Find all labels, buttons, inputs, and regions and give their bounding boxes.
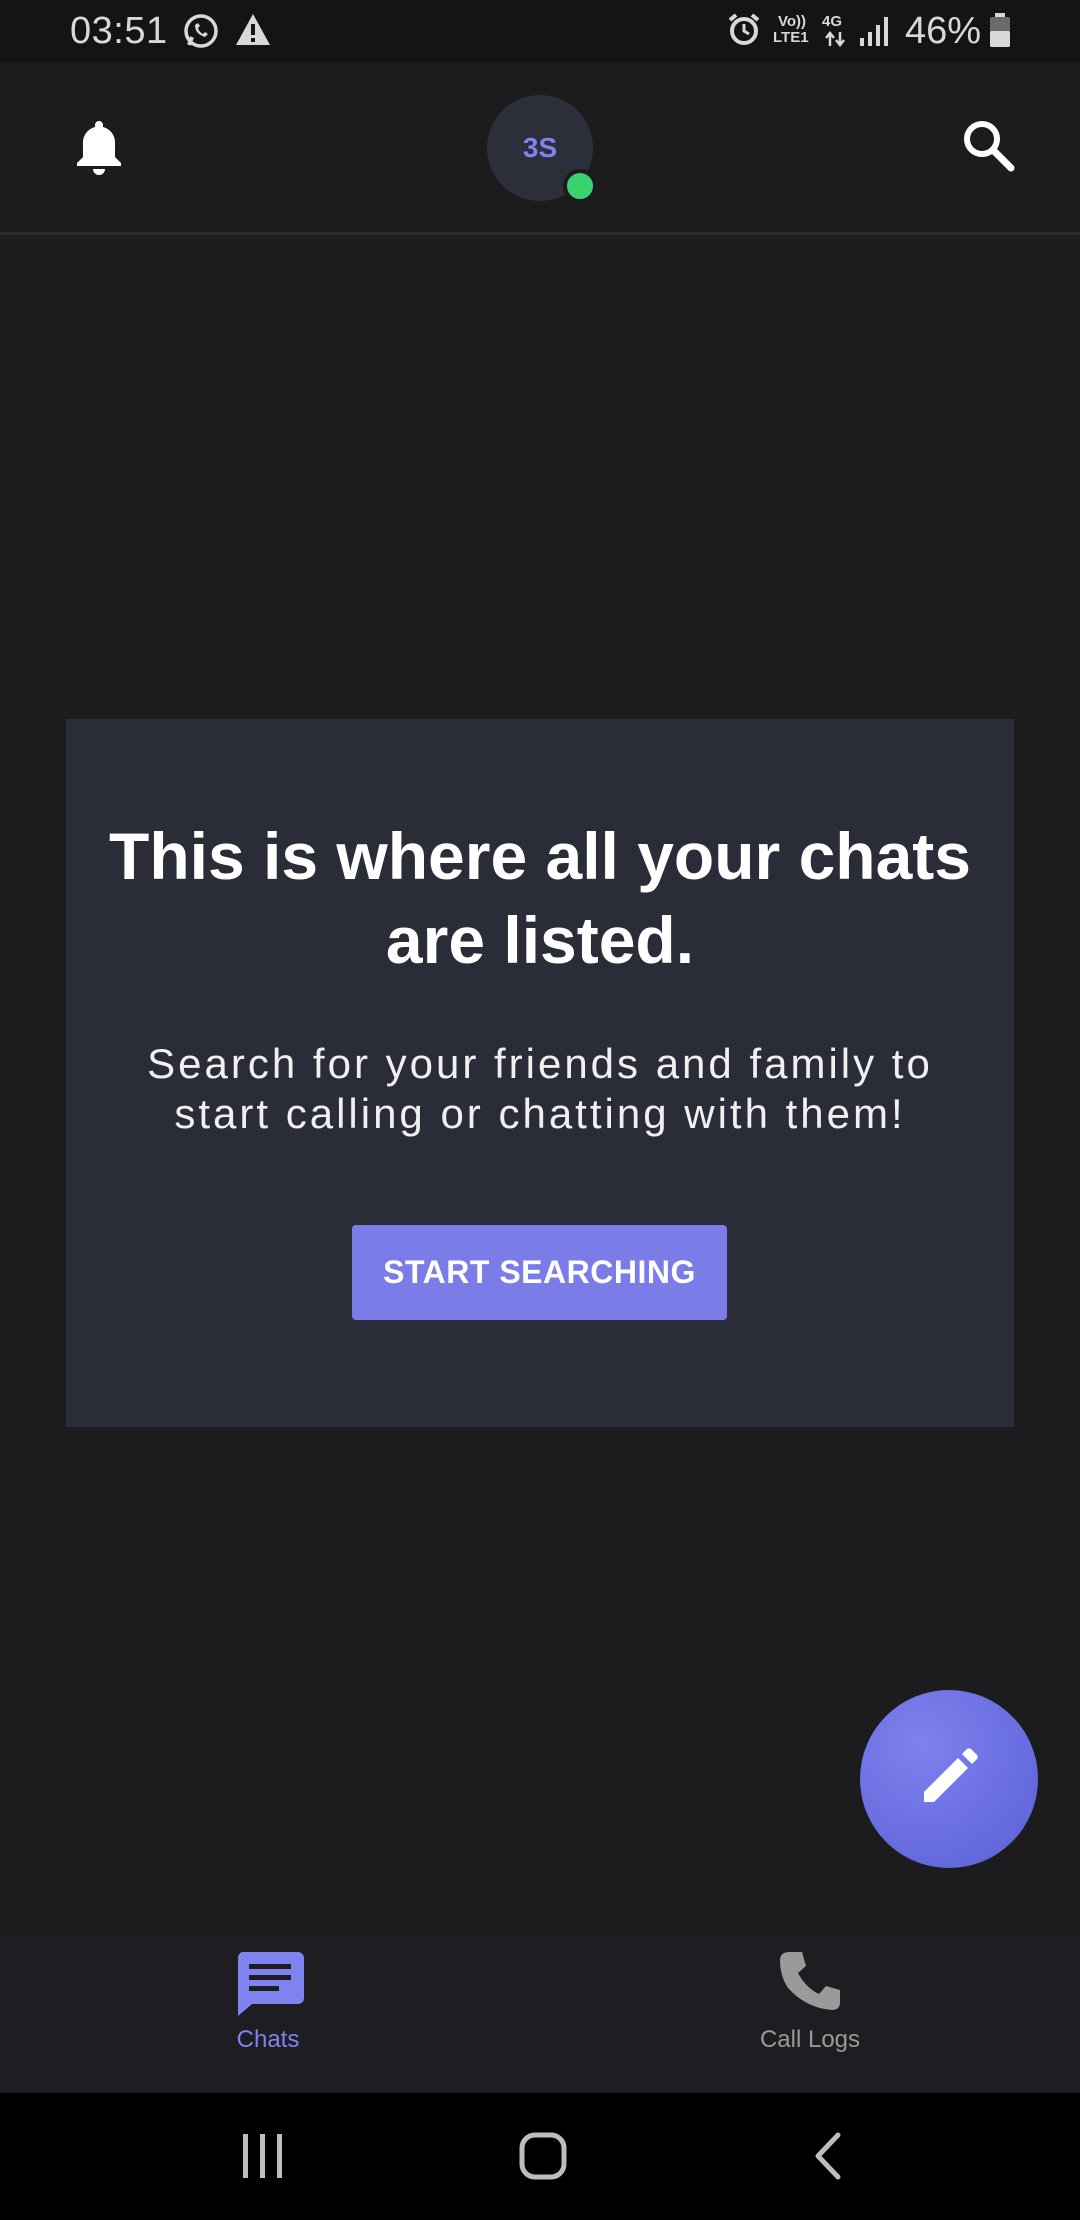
status-bar: 03:51 Vo)) LTE1 4G 46%: [0, 0, 1080, 62]
home-icon[interactable]: [518, 2131, 568, 2186]
tab-chats[interactable]: Chats: [0, 1933, 540, 2093]
system-navigation-bar: [0, 2093, 1080, 2220]
data-arrows-icon: [824, 30, 846, 53]
network-type-label: 4G: [822, 13, 843, 30]
tab-call-logs[interactable]: Call Logs: [540, 1933, 1080, 2093]
phone-icon: [776, 1948, 844, 2021]
tab-chats-label: Chats: [236, 2026, 300, 2053]
bell-icon[interactable]: [70, 117, 128, 182]
bottom-navigation: Chats Call Logs: [0, 1933, 1080, 2093]
volte-label: Vo)): [778, 13, 807, 30]
chat-icon: [234, 1948, 306, 2023]
pencil-icon: [914, 1742, 984, 1817]
signal-icon: [858, 14, 892, 53]
whatsapp-icon: [182, 12, 220, 55]
recent-apps-icon[interactable]: [240, 2131, 286, 2186]
alarm-icon: [726, 12, 762, 53]
tab-call-logs-label: Call Logs: [759, 2026, 861, 2053]
app-header: 3S: [0, 62, 1080, 235]
empty-state-description: Search for your friends and family to st…: [147, 1040, 933, 1137]
avatar-initials: 3S: [522, 132, 558, 163]
battery-icon: [988, 13, 1012, 54]
lte-label: LTE1: [773, 29, 809, 46]
online-status-dot: [563, 169, 597, 203]
back-icon[interactable]: [808, 2131, 848, 2186]
search-icon[interactable]: [960, 117, 1016, 178]
battery-percent: 46%: [905, 10, 982, 52]
empty-state-card: This is where all your chats are listed.…: [66, 719, 1014, 1427]
compose-button[interactable]: [860, 1690, 1038, 1868]
empty-state-title: This is where all your chats are listed.: [109, 819, 971, 977]
warning-icon: [234, 12, 272, 53]
status-time: 03:51: [70, 10, 168, 52]
start-searching-button[interactable]: START SEARCHING: [352, 1225, 727, 1320]
